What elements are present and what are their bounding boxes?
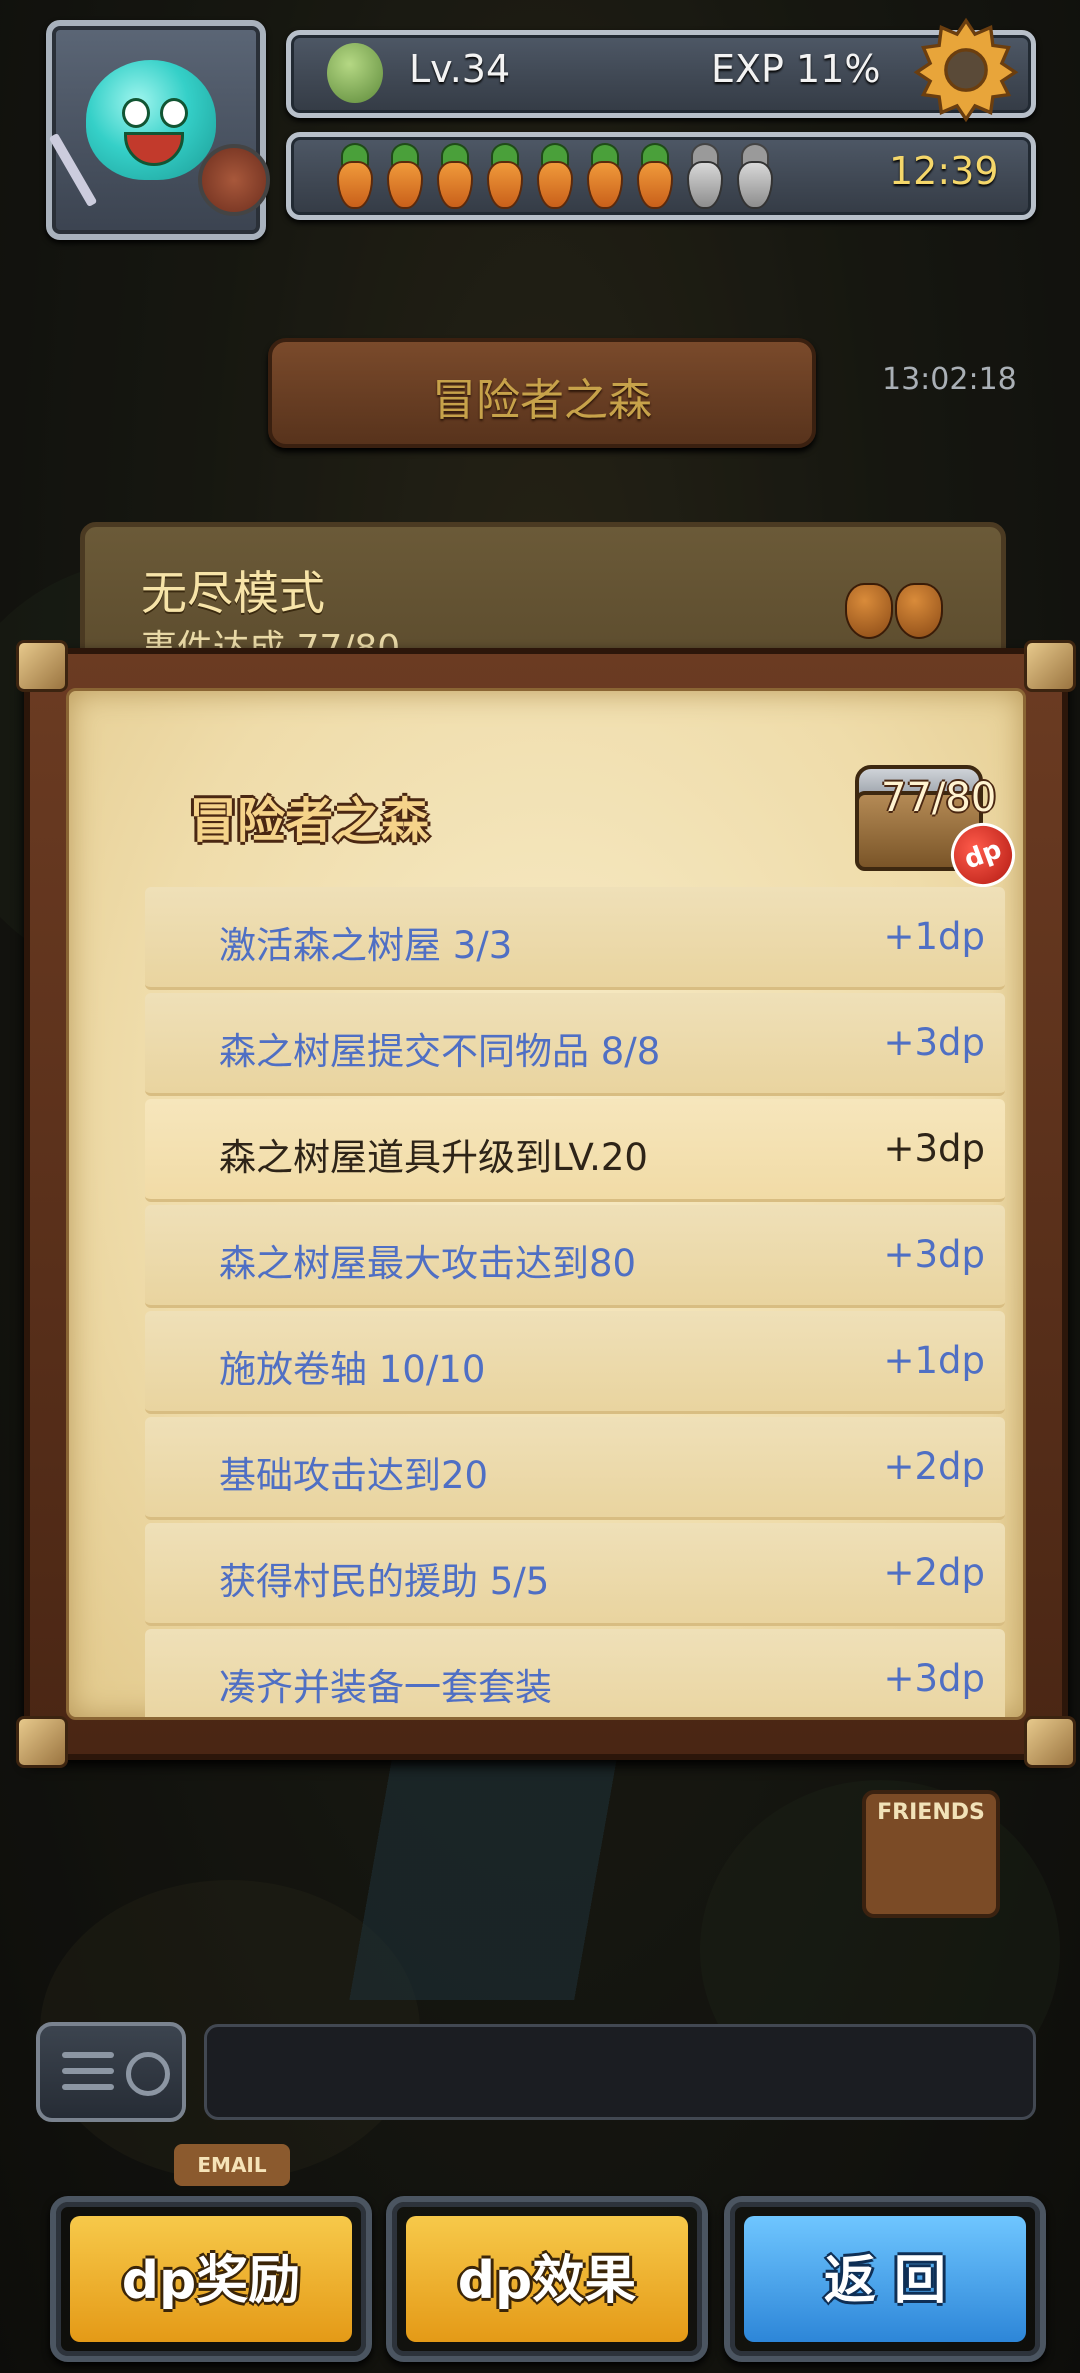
achievement-row[interactable]: 森之树屋最大攻击达到80 +3dp (145, 1205, 1005, 1308)
achievement-row[interactable]: 森之树屋道具升级到LV.20 +3dp (145, 1099, 1005, 1202)
area-title-plank: 冒险者之森 (268, 338, 816, 448)
carrot-root (687, 161, 723, 209)
achievement-row[interactable]: 基础攻击达到20 +2dp (145, 1417, 1005, 1520)
player-avatar[interactable] (46, 20, 270, 240)
achievement-label: 基础攻击达到20 (219, 1454, 489, 1497)
shield-icon (198, 144, 270, 216)
email-sign[interactable]: EMAIL (174, 2144, 290, 2186)
acorn-icon (895, 583, 943, 639)
carrot-root (487, 161, 523, 209)
acorn-icon (845, 583, 893, 639)
achievement-row[interactable]: 森之树屋提交不同物品 8/8 +3dp (145, 993, 1005, 1096)
achievement-label: 凑齐并装备一套套装 (219, 1666, 552, 1709)
dp-effect-label: dp效果 (457, 2251, 637, 2311)
back-label: 返 回 (823, 2251, 947, 2311)
achievement-reward: +3dp (883, 1657, 985, 1700)
achievement-reward: +3dp (883, 1233, 985, 1276)
achievement-label: 获得村民的援助 5/5 (219, 1560, 550, 1603)
exp-text: EXP 11% (711, 47, 881, 91)
achievement-list[interactable]: 激活森之树屋 3/3 +1dp 森之树屋提交不同物品 8/8 +3dp 森之树屋道具升级… (145, 887, 1005, 1717)
leaf-level-icon (327, 43, 383, 103)
achievement-label: 施放卷轴 10/10 (219, 1348, 486, 1391)
gear-icon[interactable] (910, 14, 1022, 126)
panel-corner (1024, 1716, 1076, 1768)
achievement-label: 森之树屋最大攻击达到80 (219, 1242, 637, 1285)
stamina-timer: 12:39 (889, 149, 999, 193)
level-text: Lv.34 (409, 47, 511, 91)
carrot-root (587, 161, 623, 209)
achievement-reward: +3dp (883, 1127, 985, 1170)
stamina-carrots (329, 143, 777, 209)
friends-label: FRIENDS (877, 1800, 985, 1825)
friends-button[interactable]: FRIENDS (862, 1790, 1000, 1918)
panel-paper: 冒险者之森 77/80 dp 激活森之树屋 3/3 +1dp 森之树屋提交不同物品 … (66, 688, 1026, 1720)
radio-line (62, 2084, 114, 2090)
radio-line (62, 2052, 114, 2058)
carrot-icon (329, 143, 377, 209)
slime-eye (160, 98, 188, 128)
radio-line (62, 2068, 114, 2074)
achievement-reward: +1dp (883, 915, 985, 958)
achievement-reward: +2dp (883, 1445, 985, 1488)
carrot-icon (479, 143, 527, 209)
panel-title: 冒险者之森 (189, 793, 430, 849)
carrot-root (537, 161, 573, 209)
dp-reward-label: dp奖励 (121, 2251, 301, 2311)
progress-count: 77/80 (881, 775, 997, 821)
slime-icon (86, 60, 216, 180)
achievement-reward: +1dp (883, 1339, 985, 1382)
achievement-label: 激活森之树屋 3/3 (219, 924, 513, 967)
side-timer: 13:02:18 (882, 362, 1017, 397)
achievement-reward: +3dp (883, 1021, 985, 1064)
chest-icon: 77/80 dp (839, 751, 1023, 897)
back-button[interactable]: 返 回 (724, 2196, 1046, 2362)
carrot-icon (629, 143, 677, 209)
carrot-icon (579, 143, 627, 209)
slime-eye (122, 98, 150, 128)
carrot-icon (529, 143, 577, 209)
achievement-reward: +2dp (883, 1551, 985, 1594)
carrot-root (437, 161, 473, 209)
carrot-root (337, 161, 373, 209)
achievement-label: 森之树屋提交不同物品 8/8 (219, 1030, 661, 1073)
radio-knob (126, 2052, 170, 2096)
carrot-icon (379, 143, 427, 209)
carrot-root (637, 161, 673, 209)
panel-corner (1024, 640, 1076, 692)
carrot-root (387, 161, 423, 209)
radio-icon[interactable] (36, 2022, 186, 2122)
carrot-icon (729, 143, 777, 209)
achievement-row[interactable]: 获得村民的援助 5/5 +2dp (145, 1523, 1005, 1626)
carrot-icon (679, 143, 727, 209)
panel-corner (16, 640, 68, 692)
achievement-label: 森之树屋道具升级到LV.20 (219, 1136, 648, 1179)
achievement-row[interactable]: 激活森之树屋 3/3 +1dp (145, 887, 1005, 990)
chat-box[interactable] (204, 2024, 1036, 2120)
stamina-bar: 12:39 (286, 132, 1036, 220)
achievement-row[interactable]: 凑齐并装备一套套装 +3dp (145, 1629, 1005, 1717)
carrot-root (737, 161, 773, 209)
mode-title: 无尽模式 (141, 566, 325, 620)
area-title: 冒险者之森 (432, 375, 652, 426)
slime-mouth (124, 132, 184, 166)
panel-corner (16, 1716, 68, 1768)
dp-effect-button[interactable]: dp效果 (386, 2196, 708, 2362)
dp-reward-button[interactable]: dp奖励 (50, 2196, 372, 2362)
achievement-row[interactable]: 施放卷轴 10/10 +1dp (145, 1311, 1005, 1414)
carrot-icon (429, 143, 477, 209)
achievement-panel: 冒险者之森 77/80 dp 激活森之树屋 3/3 +1dp 森之树屋提交不同物品 … (16, 640, 1076, 1768)
